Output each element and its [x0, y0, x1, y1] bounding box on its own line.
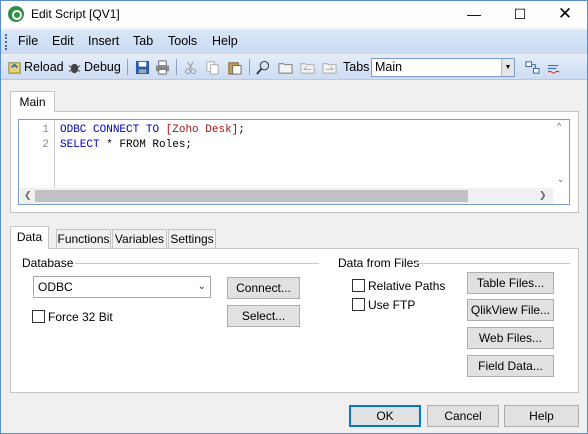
title-bar: Edit Script [QV1] — ☐ ✕ [1, 1, 587, 28]
menu-edit[interactable]: Edit [52, 34, 74, 48]
horizontal-scrollbar[interactable]: ❮ ❯ [20, 188, 553, 204]
menu-grip-icon [5, 34, 8, 50]
menu-insert[interactable]: Insert [88, 34, 119, 48]
close-icon[interactable]: ✕ [542, 1, 588, 28]
group-divider [75, 263, 319, 264]
force-32-bit-label: Force 32 Bit [48, 310, 113, 324]
scroll-right-icon[interactable]: ❯ [539, 190, 547, 201]
edit-script-window: Edit Script [QV1] — ☐ ✕ File Edit Insert… [0, 0, 588, 434]
toolbar-separator [127, 59, 128, 75]
tab-data[interactable]: Data [10, 226, 49, 249]
demote-tab-icon[interactable] [322, 60, 337, 75]
data-from-files-group-label: Data from Files [338, 256, 420, 270]
reload-button[interactable]: Reload [7, 58, 64, 76]
connect-button[interactable]: Connect... [227, 277, 300, 299]
tabs-dropdown-value: Main [375, 60, 403, 74]
code-text: ; [238, 124, 245, 136]
cut-icon[interactable] [183, 60, 198, 75]
find-icon[interactable] [256, 60, 271, 75]
window-title: Edit Script [QV1] [31, 7, 120, 21]
code-text: * FROM Roles; [99, 139, 193, 151]
tab-settings[interactable]: Settings [168, 229, 216, 248]
folder-icon[interactable] [278, 60, 293, 75]
keyword: TO [145, 124, 160, 136]
qlikview-app-icon [8, 6, 24, 22]
tab-functions[interactable]: Functions [56, 229, 111, 248]
menu-file[interactable]: File [18, 34, 38, 48]
scroll-down-icon[interactable]: ⌄ [557, 174, 565, 185]
database-type-value: ODBC [38, 280, 73, 294]
group-divider [415, 263, 570, 264]
tabs-dropdown[interactable]: Main ▼ [371, 58, 515, 77]
use-ftp-checkbox[interactable] [352, 298, 365, 311]
keyword: ODBC [60, 124, 87, 136]
menu-help[interactable]: Help [212, 34, 238, 48]
tab-variables[interactable]: Variables [112, 229, 167, 248]
tab-main[interactable]: Main [10, 91, 55, 112]
debug-button[interactable]: Debug [67, 58, 121, 76]
line-number-gutter: 1 2 [19, 120, 55, 188]
scroll-left-icon[interactable]: ❮ [24, 190, 32, 201]
script-editor[interactable]: 1 2 ODBC CONNECT TO [Zoho Desk]; SELECT … [18, 119, 570, 205]
syntax-check-icon[interactable] [547, 60, 562, 75]
web-files-button[interactable]: Web Files... [467, 327, 554, 349]
vertical-scrollbar[interactable]: ^ ⌄ [553, 120, 569, 188]
line-number: 2 [42, 139, 49, 151]
menu-tools[interactable]: Tools [168, 34, 197, 48]
string-literal: [Zoho Desk] [165, 124, 239, 136]
ok-button[interactable]: OK [349, 405, 421, 427]
paste-icon[interactable] [227, 60, 242, 75]
keyword: SELECT [60, 139, 100, 151]
minimize-icon[interactable]: — [451, 1, 497, 28]
maximize-icon[interactable]: ☐ [497, 1, 543, 28]
qlikview-file-button[interactable]: QlikView File... [467, 299, 554, 321]
menu-tab[interactable]: Tab [133, 34, 153, 48]
reload-label: Reload [24, 60, 64, 74]
line-number: 1 [42, 124, 49, 136]
table-viewer-icon[interactable] [525, 60, 540, 75]
chevron-down-icon: ▼ [501, 59, 514, 76]
select-button[interactable]: Select... [227, 305, 300, 327]
debug-label: Debug [84, 60, 121, 74]
code-line[interactable]: ODBC CONNECT TO [Zoho Desk]; [60, 124, 245, 136]
code-line[interactable]: SELECT * FROM Roles; [60, 139, 192, 151]
relative-paths-label: Relative Paths [368, 279, 446, 293]
copy-icon[interactable] [205, 60, 220, 75]
use-ftp-label: Use FTP [368, 298, 416, 312]
horizontal-scroll-thumb[interactable] [35, 190, 468, 202]
help-button[interactable]: Help [504, 405, 579, 427]
promote-tab-icon[interactable] [300, 60, 315, 75]
database-group-label: Database [22, 256, 74, 270]
reload-icon [8, 61, 21, 74]
toolbar-separator [176, 59, 177, 75]
bug-icon [68, 63, 81, 73]
field-data-button[interactable]: Field Data... [467, 355, 554, 377]
chevron-down-icon: ⌄ [197, 281, 206, 292]
toolbar-separator [249, 59, 250, 75]
tabs-label: Tabs [343, 60, 370, 74]
menu-bar: File Edit Insert Tab Tools Help [1, 30, 587, 54]
scroll-up-icon[interactable]: ^ [557, 121, 561, 131]
cancel-button[interactable]: Cancel [427, 405, 499, 427]
force-32-bit-checkbox[interactable] [32, 310, 45, 323]
database-type-select[interactable]: ODBC ⌄ [33, 276, 211, 298]
keyword: CONNECT [93, 124, 140, 136]
save-icon[interactable] [135, 60, 150, 75]
relative-paths-checkbox[interactable] [352, 279, 365, 292]
table-files-button[interactable]: Table Files... [467, 272, 554, 294]
print-icon[interactable] [155, 60, 170, 75]
